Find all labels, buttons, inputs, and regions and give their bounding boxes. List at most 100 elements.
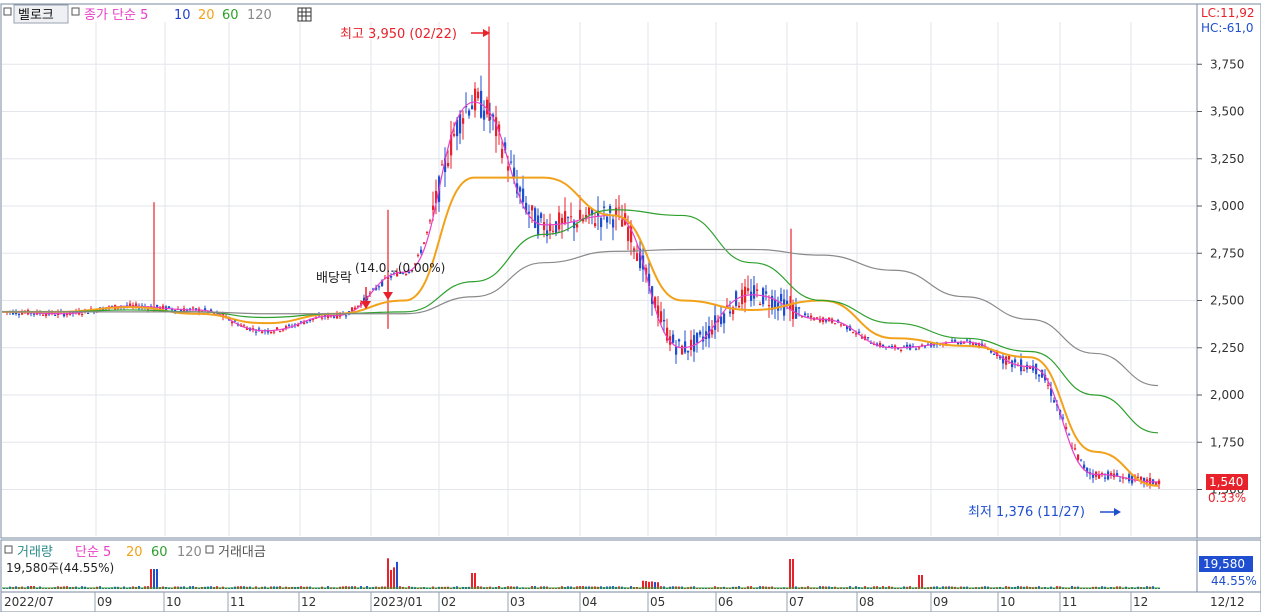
candle-body	[600, 217, 603, 228]
volume-info: 19,580주(44.55%)	[6, 561, 114, 575]
high-annotation: 최고 3,950 (02/22)	[340, 27, 457, 42]
candle-body	[1053, 400, 1056, 403]
ma-legend-10: 10	[174, 8, 191, 23]
candle-body	[660, 311, 663, 323]
candle-body	[750, 291, 753, 301]
candle-body	[531, 205, 534, 211]
x-tick-label: 10	[1000, 595, 1015, 609]
candle-body	[924, 346, 927, 348]
legend-toggle-icon[interactable]	[3, 7, 12, 16]
candle-body	[675, 346, 678, 355]
candle-body	[798, 307, 801, 309]
candle-body	[915, 348, 918, 350]
candle-body	[261, 331, 264, 334]
candle-body	[963, 342, 966, 344]
volume-toggle-icon[interactable]	[4, 545, 13, 554]
amount-toggle-icon[interactable]	[205, 545, 214, 554]
candle-body	[804, 313, 807, 316]
candle-body	[168, 306, 171, 309]
x-tick-label: 10	[166, 595, 181, 609]
candle-body	[855, 333, 858, 335]
volume-bar	[918, 575, 920, 589]
candle-body	[1137, 476, 1140, 478]
candle-body	[432, 205, 435, 210]
candle-body	[192, 307, 195, 309]
volume-bar	[387, 558, 389, 589]
candle-body	[693, 335, 696, 352]
volume-title: 거래량	[17, 545, 53, 560]
candle-body	[810, 315, 813, 318]
current-price: 1,540	[1209, 475, 1243, 489]
candle-body	[1077, 454, 1080, 461]
current-volume-pct: 44.55%	[1211, 574, 1257, 588]
candle-body	[468, 110, 471, 116]
volume-ma-60: 60	[151, 545, 168, 560]
volume-bar	[471, 573, 473, 589]
candle-body	[441, 164, 444, 166]
candle-body	[255, 331, 258, 333]
candle-body	[603, 206, 606, 208]
dividend-label: 배당락	[316, 271, 352, 286]
candle-body	[447, 163, 450, 167]
candle-body	[1074, 448, 1077, 450]
volume-bar	[921, 575, 923, 589]
volume-ma-20: 20	[126, 545, 143, 560]
y-tick-label: 2,250	[1210, 341, 1244, 355]
candle-body	[423, 242, 426, 244]
volume-ma-120: 120	[177, 545, 202, 560]
candle-body	[1038, 374, 1041, 377]
candle-body	[672, 334, 675, 343]
candle-body	[1080, 459, 1083, 461]
candle-body	[321, 317, 324, 319]
candle-body	[852, 332, 855, 334]
candle-body	[483, 110, 486, 120]
candle-body	[567, 217, 570, 219]
candle-body	[723, 313, 726, 324]
candle-body	[1155, 482, 1158, 485]
candle-body	[1158, 480, 1161, 485]
candle-body	[333, 316, 336, 318]
ma-legend-20: 20	[198, 8, 215, 23]
x-tick-label: 08	[859, 595, 874, 609]
candle-body	[507, 166, 510, 171]
candle-body	[720, 316, 723, 325]
candle-body	[66, 314, 69, 316]
x-tick-label: 11	[230, 595, 245, 609]
candle-body	[690, 339, 693, 350]
candle-body	[81, 313, 84, 315]
x-tick-label: 09	[97, 595, 112, 609]
x-tick-label: 09	[933, 595, 948, 609]
ma-toggle-icon[interactable]	[71, 7, 80, 16]
candle-body	[279, 331, 282, 333]
candle-body	[678, 339, 681, 342]
candle-body	[612, 219, 615, 228]
candle-body	[816, 317, 819, 319]
candle-body	[54, 314, 57, 316]
candle-body	[663, 319, 666, 322]
candle-body	[1104, 477, 1107, 479]
candle-body	[636, 253, 639, 261]
price-panel-frame	[0, 3, 1198, 539]
volume-bar	[390, 570, 392, 589]
candle-body	[33, 313, 36, 315]
volume-bar	[474, 573, 476, 589]
low-annotation: 최저 1,376 (11/27)	[968, 505, 1085, 520]
candle-body	[87, 312, 90, 314]
x-tick-label: 05	[650, 595, 665, 609]
candle-body	[834, 323, 837, 325]
candle-body	[606, 216, 609, 223]
x-tick-label: 04	[582, 595, 597, 609]
candle-body	[903, 345, 906, 347]
candle-body	[417, 254, 420, 256]
candle-body	[513, 167, 516, 178]
candle-body	[627, 226, 630, 241]
candle-body	[558, 212, 561, 230]
candle-body	[1029, 366, 1032, 369]
stock-name: 벨로크	[18, 8, 54, 23]
hc-label: HC:-61,0	[1201, 21, 1254, 35]
candle-body	[420, 249, 423, 253]
candle-body	[1014, 359, 1017, 363]
table-icon[interactable]	[297, 7, 312, 22]
candle-body	[570, 216, 573, 218]
candle-body	[918, 347, 921, 349]
